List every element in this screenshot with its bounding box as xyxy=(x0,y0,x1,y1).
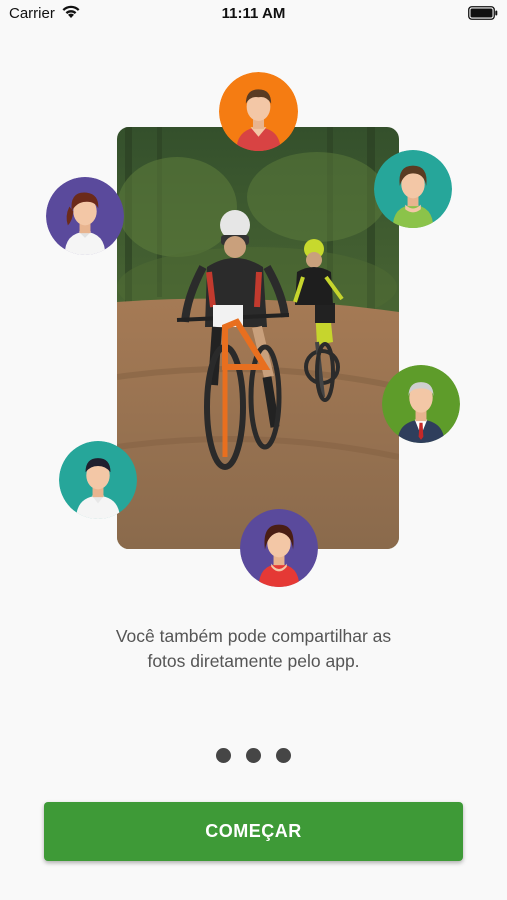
avatar-woman-teal xyxy=(374,150,452,228)
avatar-older-man-green xyxy=(382,365,460,443)
page-dot-2[interactable] xyxy=(246,748,261,763)
onboarding-caption: Você também pode compartilhar as fotos d… xyxy=(0,624,507,674)
page-dot-3[interactable] xyxy=(276,748,291,763)
avatar-man-teal xyxy=(59,441,137,519)
caption-line-1: Você também pode compartilhar as xyxy=(115,626,392,646)
start-button[interactable]: COMEÇAR xyxy=(44,802,463,861)
status-time: 11:11 AM xyxy=(221,5,286,22)
status-bar: Carrier 11:11 AM xyxy=(0,0,507,28)
page-dot-1[interactable] xyxy=(216,748,231,763)
avatar-woman-red-purple xyxy=(240,509,318,587)
hero-photo xyxy=(117,127,399,549)
page-indicator xyxy=(0,748,507,763)
caption-line-2: fotos diretamente pelo app. xyxy=(147,651,360,671)
avatar-man-orange xyxy=(219,72,298,151)
avatar-woman-purple xyxy=(46,177,124,255)
battery-icon xyxy=(468,6,498,25)
